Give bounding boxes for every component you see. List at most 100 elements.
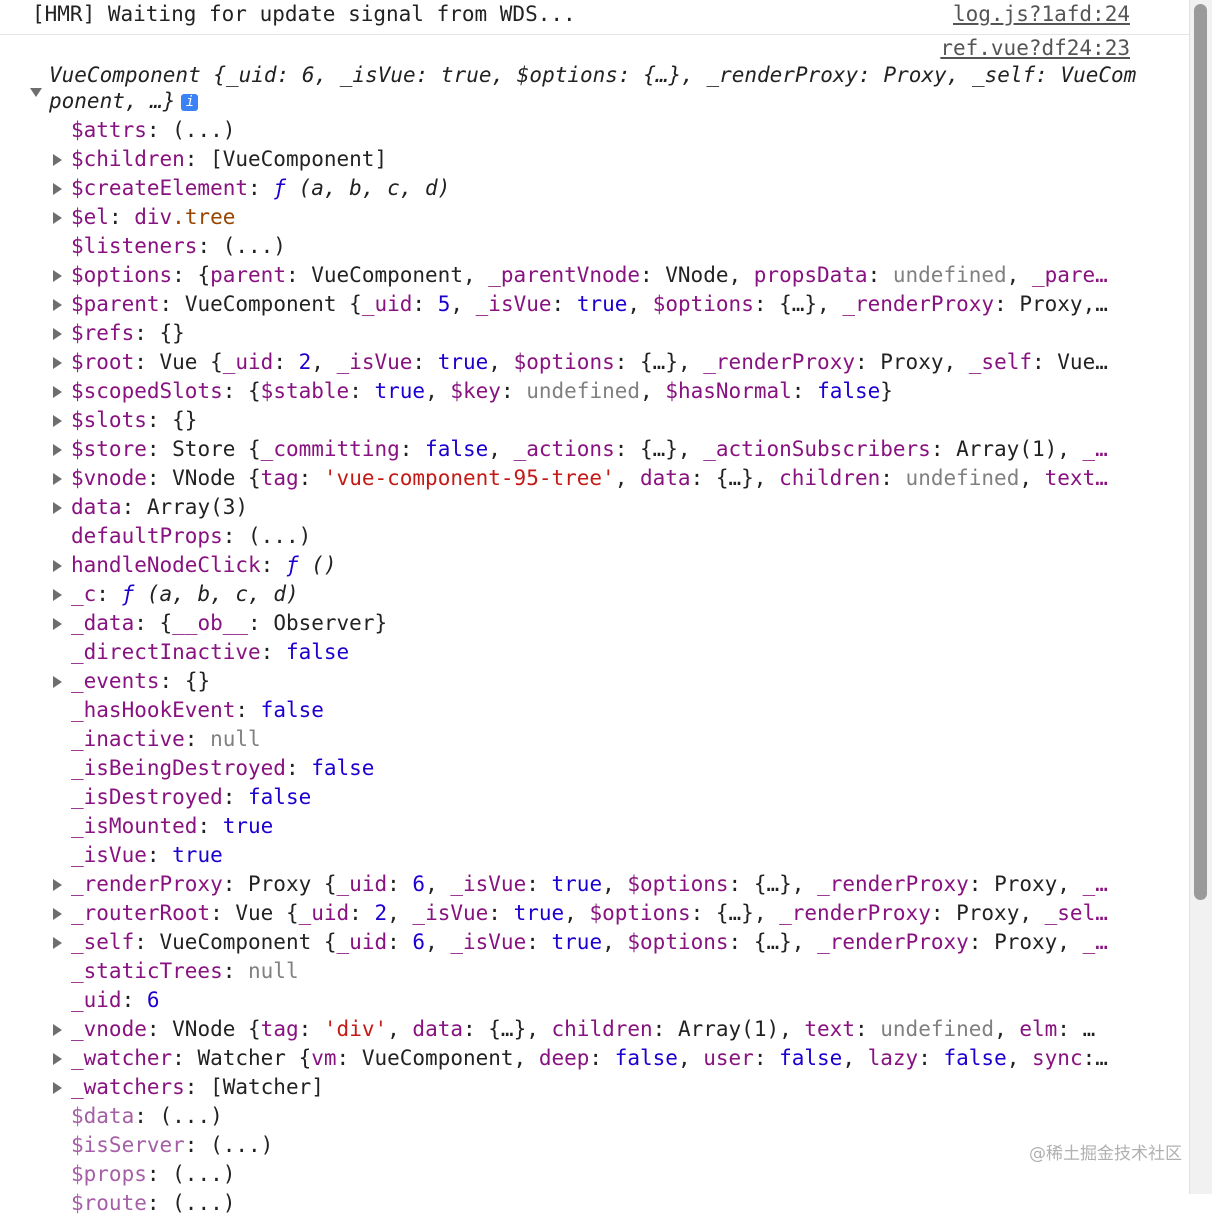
property-row: $route: (...): [50, 1189, 1140, 1218]
triangle-right-icon[interactable]: [53, 502, 62, 514]
triangle-right-icon[interactable]: [53, 1024, 62, 1036]
property-row: _isDestroyed: false: [50, 783, 1140, 812]
property-separator: :: [222, 959, 249, 983]
property-value-part: 6: [412, 930, 426, 954]
vertical-scrollbar[interactable]: [1189, 0, 1212, 1194]
property-row: _isVue: true: [50, 841, 1140, 870]
property-value-part: }: [880, 379, 893, 403]
property-value-part: : {…},: [753, 292, 843, 316]
triangle-right-icon[interactable]: [53, 676, 62, 688]
property-value-part: propsData: [753, 263, 868, 287]
info-icon[interactable]: i: [181, 94, 199, 111]
scrollbar-thumb[interactable]: [1194, 4, 1207, 900]
property-key: _self: [71, 930, 135, 954]
property-row[interactable]: data: Array(3): [50, 493, 1140, 522]
property-value-part: data: [640, 466, 691, 490]
triangle-right-icon[interactable]: [53, 618, 62, 630]
property-value-part: Vue {: [235, 901, 299, 925]
property-row[interactable]: _vnode: VNode {tag: 'div', data: {…}, ch…: [50, 1015, 1140, 1044]
property-row[interactable]: _events: {}: [50, 667, 1140, 696]
triangle-right-icon[interactable]: [53, 879, 62, 891]
triangle-right-icon[interactable]: [53, 357, 62, 369]
property-value-part: Vue {: [159, 350, 223, 374]
source-link-ref[interactable]: ref.vue?df24:23: [940, 36, 1130, 60]
triangle-right-icon[interactable]: [53, 937, 62, 949]
property-row[interactable]: $scopedSlots: {$stable: true, $key: unde…: [50, 377, 1140, 406]
property-value-part: : {…},: [690, 901, 780, 925]
property-value-part: false: [311, 756, 375, 780]
property-value-part: : {…},: [614, 437, 704, 461]
triangle-right-icon[interactable]: [53, 212, 62, 224]
property-separator: :: [222, 379, 249, 403]
property-value-part: : {…},: [463, 1017, 552, 1041]
property-row[interactable]: _routerRoot: Vue {_uid: 2, _isVue: true,…: [50, 899, 1140, 928]
triangle-right-icon[interactable]: [53, 908, 62, 920]
property-value-part: $hasNormal: [665, 379, 792, 403]
property-row[interactable]: $options: {parent: VueComponent, _parent…: [50, 261, 1140, 290]
property-value-part: _uid: [336, 872, 388, 896]
triangle-right-icon[interactable]: [53, 154, 62, 166]
property-row[interactable]: $createElement: ƒ (a, b, c, d): [50, 174, 1140, 203]
property-value-part: 2: [298, 350, 312, 374]
property-value-part: _isVue: [450, 930, 527, 954]
property-row[interactable]: $root: Vue {_uid: 2, _isVue: true, $opti…: [50, 348, 1140, 377]
property-row[interactable]: _watcher: Watcher {vm: VueComponent, dee…: [50, 1044, 1140, 1073]
property-value-part: true: [551, 872, 603, 896]
triangle-right-icon[interactable]: [53, 415, 62, 427]
property-row[interactable]: $el: div.tree: [50, 203, 1140, 232]
property-row[interactable]: handleNodeClick: ƒ (): [50, 551, 1140, 580]
property-value-part: ,: [425, 872, 451, 896]
property-value-part: children: [779, 466, 881, 490]
property-value-part: ,: [1019, 466, 1045, 490]
property-value-part: ,: [387, 901, 413, 925]
property-row[interactable]: $vnode: VNode {tag: 'vue-component-95-tr…: [50, 464, 1140, 493]
property-row[interactable]: _c: ƒ (a, b, c, d): [50, 580, 1140, 609]
property-key: $parent: [71, 292, 160, 316]
property-value-part: _uid: [298, 901, 350, 925]
watermark: @稀土掘金技术社区: [1029, 1144, 1182, 1164]
triangle-right-icon[interactable]: [53, 473, 62, 485]
property-value-part: true: [513, 901, 565, 925]
triangle-right-icon[interactable]: [53, 183, 62, 195]
triangle-right-icon[interactable]: [53, 1053, 62, 1065]
property-row[interactable]: _self: VueComponent {_uid: 6, _isVue: tr…: [50, 928, 1140, 957]
property-key: $store: [71, 437, 147, 461]
property-value-part: true: [576, 292, 628, 316]
property-value-part: VNode {: [172, 466, 261, 490]
triangle-right-icon[interactable]: [53, 299, 62, 311]
triangle-right-icon[interactable]: [53, 1082, 62, 1094]
property-separator: :: [184, 1133, 211, 1157]
triangle-right-icon[interactable]: [53, 444, 62, 456]
property-value-part: : Array(1),: [930, 437, 1083, 461]
property-value-part: : Proxy,: [968, 872, 1083, 896]
triangle-right-icon[interactable]: [53, 328, 62, 340]
triangle-right-icon[interactable]: [53, 386, 62, 398]
property-row[interactable]: $parent: VueComponent {_uid: 5, _isVue: …: [50, 290, 1140, 319]
property-row[interactable]: $refs: {}: [50, 319, 1140, 348]
property-value-part: tag: [260, 466, 299, 490]
property-row[interactable]: _renderProxy: Proxy {_uid: 6, _isVue: tr…: [50, 870, 1140, 899]
property-value-part: undefined: [905, 466, 1020, 490]
property-row[interactable]: _data: {__ob__: Observer}: [50, 609, 1140, 638]
property-row[interactable]: _watchers: [Watcher]: [50, 1073, 1140, 1102]
expand-toggle-icon[interactable]: [30, 88, 42, 97]
property-row[interactable]: $slots: {}: [50, 406, 1140, 435]
triangle-right-icon[interactable]: [53, 560, 62, 572]
property-value-part: undefined: [526, 379, 641, 403]
triangle-right-icon[interactable]: [53, 589, 62, 601]
property-value-part: div: [134, 205, 173, 229]
property-value-part: _actions: [513, 437, 615, 461]
triangle-right-icon[interactable]: [53, 270, 62, 282]
property-separator: :: [134, 321, 160, 345]
property-value-part: VueComponent {: [159, 930, 337, 954]
property-row[interactable]: $children: [VueComponent]: [50, 145, 1140, 174]
property-value-part: true: [172, 843, 223, 867]
property-value-part: ,: [627, 292, 653, 316]
property-separator: :: [146, 1017, 173, 1041]
property-row[interactable]: $store: Store {_committing: false, _acti…: [50, 435, 1140, 464]
property-key: $el: [71, 205, 109, 229]
property-value-part: ,: [488, 437, 514, 461]
source-link-log[interactable]: log.js?1afd:24: [953, 2, 1130, 26]
property-value-part: _…: [1082, 437, 1108, 461]
property-value-part: Watcher {: [197, 1046, 312, 1070]
